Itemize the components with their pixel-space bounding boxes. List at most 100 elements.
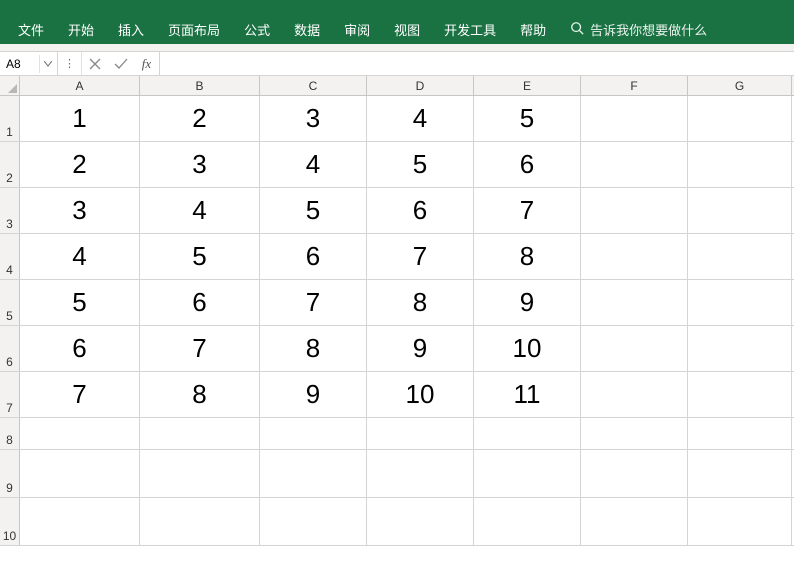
row-header-7[interactable]: 7 xyxy=(0,372,20,417)
cell-a2[interactable]: 2 xyxy=(20,142,140,187)
cell-g5[interactable] xyxy=(688,280,792,325)
row-header-1[interactable]: 1 xyxy=(0,96,20,141)
cell-b6[interactable]: 7 xyxy=(140,326,260,371)
cell-c4[interactable]: 6 xyxy=(260,234,367,279)
cell-g9[interactable] xyxy=(688,450,792,497)
cell-d5[interactable]: 8 xyxy=(367,280,474,325)
row-header-2[interactable]: 2 xyxy=(0,142,20,187)
cell-g6[interactable] xyxy=(688,326,792,371)
name-box[interactable]: A8 xyxy=(0,52,58,75)
cell-b1[interactable]: 2 xyxy=(140,96,260,141)
cell-d6[interactable]: 9 xyxy=(367,326,474,371)
cell-a3[interactable]: 3 xyxy=(20,188,140,233)
cell-d1[interactable]: 4 xyxy=(367,96,474,141)
cell-e7[interactable]: 11 xyxy=(474,372,581,417)
cell-g10[interactable] xyxy=(688,498,792,545)
row-header-6[interactable]: 6 xyxy=(0,326,20,371)
cell-d4[interactable]: 7 xyxy=(367,234,474,279)
cell-g2[interactable] xyxy=(688,142,792,187)
cell-c8[interactable] xyxy=(260,418,367,449)
column-header-e[interactable]: E xyxy=(474,76,581,95)
cancel-button[interactable] xyxy=(82,52,108,75)
cell-f4[interactable] xyxy=(581,234,688,279)
cell-d9[interactable] xyxy=(367,450,474,497)
cell-a6[interactable]: 6 xyxy=(20,326,140,371)
cell-b8[interactable] xyxy=(140,418,260,449)
cell-a8[interactable] xyxy=(20,418,140,449)
cell-g3[interactable] xyxy=(688,188,792,233)
cell-d10[interactable] xyxy=(367,498,474,545)
cell-a7[interactable]: 7 xyxy=(20,372,140,417)
cell-d8[interactable] xyxy=(367,418,474,449)
cell-f1[interactable] xyxy=(581,96,688,141)
column-header-c[interactable]: C xyxy=(260,76,367,95)
row-header-4[interactable]: 4 xyxy=(0,234,20,279)
row-header-10[interactable]: 10 xyxy=(0,498,20,545)
cell-f6[interactable] xyxy=(581,326,688,371)
cell-g1[interactable] xyxy=(688,96,792,141)
cell-e2[interactable]: 6 xyxy=(474,142,581,187)
row-header-9[interactable]: 9 xyxy=(0,450,20,497)
cell-c3[interactable]: 5 xyxy=(260,188,367,233)
chevron-down-icon[interactable] xyxy=(39,55,55,73)
cell-g7[interactable] xyxy=(688,372,792,417)
row-header-3[interactable]: 3 xyxy=(0,188,20,233)
cell-f5[interactable] xyxy=(581,280,688,325)
cell-a1[interactable]: 1 xyxy=(20,96,140,141)
cell-e6[interactable]: 10 xyxy=(474,326,581,371)
formula-input[interactable] xyxy=(160,52,794,75)
cell-a10[interactable] xyxy=(20,498,140,545)
cell-b5[interactable]: 6 xyxy=(140,280,260,325)
tab-review[interactable]: 审阅 xyxy=(332,14,382,45)
cell-b4[interactable]: 5 xyxy=(140,234,260,279)
tab-developer[interactable]: 开发工具 xyxy=(432,14,508,45)
tab-home[interactable]: 开始 xyxy=(56,14,106,45)
cell-d7[interactable]: 10 xyxy=(367,372,474,417)
cell-c7[interactable]: 9 xyxy=(260,372,367,417)
tab-file[interactable]: 文件 xyxy=(6,14,56,45)
tell-me-search[interactable]: 告诉我你想要做什么 xyxy=(558,20,707,39)
insert-function-button[interactable]: fx xyxy=(134,52,160,75)
cell-e10[interactable] xyxy=(474,498,581,545)
cell-c9[interactable] xyxy=(260,450,367,497)
cell-f8[interactable] xyxy=(581,418,688,449)
tab-formulas[interactable]: 公式 xyxy=(232,14,282,45)
column-header-d[interactable]: D xyxy=(367,76,474,95)
cell-b2[interactable]: 3 xyxy=(140,142,260,187)
cell-e3[interactable]: 7 xyxy=(474,188,581,233)
select-all-corner[interactable] xyxy=(0,76,20,95)
cell-e5[interactable]: 9 xyxy=(474,280,581,325)
cell-d2[interactable]: 5 xyxy=(367,142,474,187)
cell-f7[interactable] xyxy=(581,372,688,417)
cell-f9[interactable] xyxy=(581,450,688,497)
column-header-g[interactable]: G xyxy=(688,76,792,95)
column-header-a[interactable]: A xyxy=(20,76,140,95)
cell-b7[interactable]: 8 xyxy=(140,372,260,417)
cell-e9[interactable] xyxy=(474,450,581,497)
cell-e1[interactable]: 5 xyxy=(474,96,581,141)
cell-c1[interactable]: 3 xyxy=(260,96,367,141)
column-header-b[interactable]: B xyxy=(140,76,260,95)
cell-d3[interactable]: 6 xyxy=(367,188,474,233)
cell-c10[interactable] xyxy=(260,498,367,545)
cell-a9[interactable] xyxy=(20,450,140,497)
tab-help[interactable]: 帮助 xyxy=(508,14,558,45)
cell-b10[interactable] xyxy=(140,498,260,545)
cell-c5[interactable]: 7 xyxy=(260,280,367,325)
cell-a4[interactable]: 4 xyxy=(20,234,140,279)
cell-g4[interactable] xyxy=(688,234,792,279)
tab-page-layout[interactable]: 页面布局 xyxy=(156,14,232,45)
cell-a5[interactable]: 5 xyxy=(20,280,140,325)
cell-c2[interactable]: 4 xyxy=(260,142,367,187)
row-header-8[interactable]: 8 xyxy=(0,418,20,449)
column-header-f[interactable]: F xyxy=(581,76,688,95)
cell-e8[interactable] xyxy=(474,418,581,449)
tab-insert[interactable]: 插入 xyxy=(106,14,156,45)
enter-button[interactable] xyxy=(108,52,134,75)
cell-c6[interactable]: 8 xyxy=(260,326,367,371)
tab-view[interactable]: 视图 xyxy=(382,14,432,45)
cell-b3[interactable]: 4 xyxy=(140,188,260,233)
cell-g8[interactable] xyxy=(688,418,792,449)
cell-b9[interactable] xyxy=(140,450,260,497)
cell-f2[interactable] xyxy=(581,142,688,187)
